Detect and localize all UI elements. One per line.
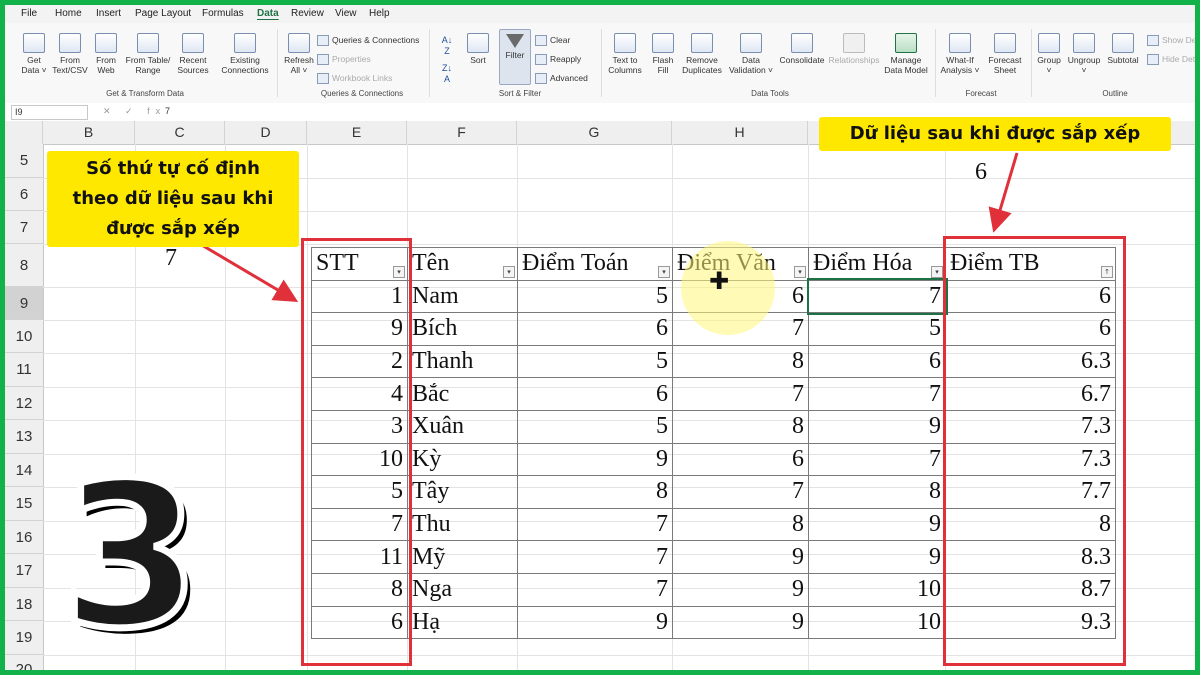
callout-fixed-order: Số thứ tự cố định theo dữ liệu sau khi đ… [47, 151, 299, 247]
stray-number-right: 6 [975, 159, 987, 185]
callout-sorted-data: Dữ liệu sau khi được sắp xếp [819, 117, 1171, 151]
arrow-to-diem-tb [988, 152, 1019, 233]
arrow-to-stt [194, 239, 299, 303]
step-number: 3 [57, 440, 203, 670]
excel-window: File Home Insert Page Layout Formulas Da… [5, 5, 1195, 670]
stray-number-left: 7 [165, 245, 177, 271]
